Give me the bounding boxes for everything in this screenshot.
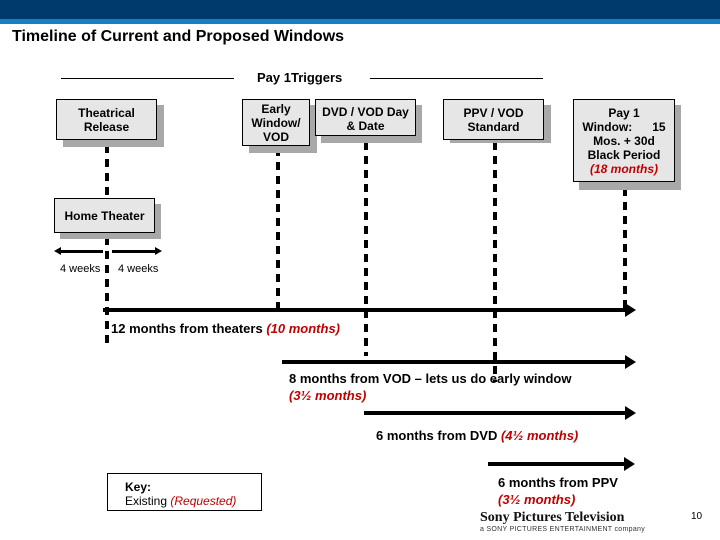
theatrical-release-box: Theatrical Release: [56, 99, 157, 140]
weeks-label-left: 4 weeks: [60, 263, 101, 275]
key-entry: Existing (Requested): [125, 494, 261, 508]
ppv-vod-standard-box: PPV / VOD Standard: [443, 99, 544, 140]
box-line: Window: 15: [582, 119, 666, 134]
triggers-line-right: [370, 78, 543, 79]
weeks-arrow-left: [54, 247, 103, 255]
legend-key: Key: Existing (Requested): [107, 473, 262, 511]
home-theater-box: Home Theater: [54, 198, 155, 233]
weeks-arrow-right: [112, 247, 162, 255]
dvd-connector: [364, 142, 368, 356]
pay1-window-box: Pay 1 Window: 15 Mos. + 30d Black Period…: [573, 99, 675, 182]
early-window-box: Early Window/ VOD: [242, 99, 310, 146]
theaters-timeline-label: 12 months from theaters (10 months): [111, 321, 340, 336]
box-line: PPV / VOD: [463, 105, 524, 120]
requested-text: (3½ months): [498, 492, 576, 507]
requested-text: (10 months): [266, 321, 340, 336]
box-line: DVD / VOD Day: [322, 105, 409, 119]
box-line: Window/: [251, 115, 301, 130]
key-title: Key:: [125, 480, 152, 494]
box-line: & Date: [346, 119, 385, 133]
box-line: Black Period: [587, 147, 661, 162]
dvd-timeline-arrow: [364, 406, 636, 420]
ppv-timeline-arrow: [488, 457, 635, 471]
box-line: Theatrical: [78, 105, 135, 120]
vod-timeline-label: 8 months from VOD – lets us do early win…: [289, 370, 571, 404]
pay1-requested: (18 months): [589, 161, 658, 176]
pay1-connector: [623, 188, 627, 312]
box-line: Release: [83, 119, 130, 134]
page-number: 10: [691, 511, 703, 522]
page-title: Timeline of Current and Proposed Windows: [12, 28, 345, 45]
existing-text: 8 months from VOD – lets us do early win…: [289, 371, 572, 386]
dvd-vod-day-date-box: DVD / VOD Day & Date: [315, 99, 416, 136]
weeks-label-right: 4 weeks: [118, 263, 159, 275]
existing-text: 12 months from theaters: [111, 321, 267, 336]
header-bar: [0, 0, 720, 19]
company-logo-subtitle: a SONY PICTURES ENTERTAINMENT company: [480, 526, 646, 533]
existing-text: 6 months from DVD: [376, 428, 501, 443]
ppv-timeline-label: 6 months from PPV (3½ months): [498, 474, 618, 508]
requested-text: (4½ months): [500, 428, 579, 443]
header-stripe: [0, 19, 720, 24]
box-line: Pay 1: [608, 105, 640, 120]
triggers-label: Pay 1Triggers: [257, 70, 343, 85]
box-line: VOD: [262, 129, 289, 144]
box-line: Standard: [467, 119, 520, 134]
vod-timeline-arrow: [282, 355, 636, 369]
theaters-timeline-arrow: [103, 303, 636, 317]
ppv-connector: [493, 142, 497, 382]
box-line: Mos. + 30d: [593, 133, 655, 148]
key-requested: (Requested): [170, 494, 237, 508]
box-line: Home Theater: [64, 208, 145, 223]
company-logo: Sony Pictures Television: [480, 510, 625, 525]
triggers-line-left: [61, 78, 234, 79]
early-window-connector: [276, 148, 280, 308]
key-existing: Existing: [125, 494, 171, 508]
dvd-timeline-label: 6 months from DVD (4½ months): [376, 428, 578, 443]
home-theater-connector: [105, 237, 109, 349]
existing-text: 6 months from PPV: [498, 475, 618, 490]
requested-text: (3½ months): [289, 388, 367, 403]
box-line: Early: [261, 101, 291, 116]
